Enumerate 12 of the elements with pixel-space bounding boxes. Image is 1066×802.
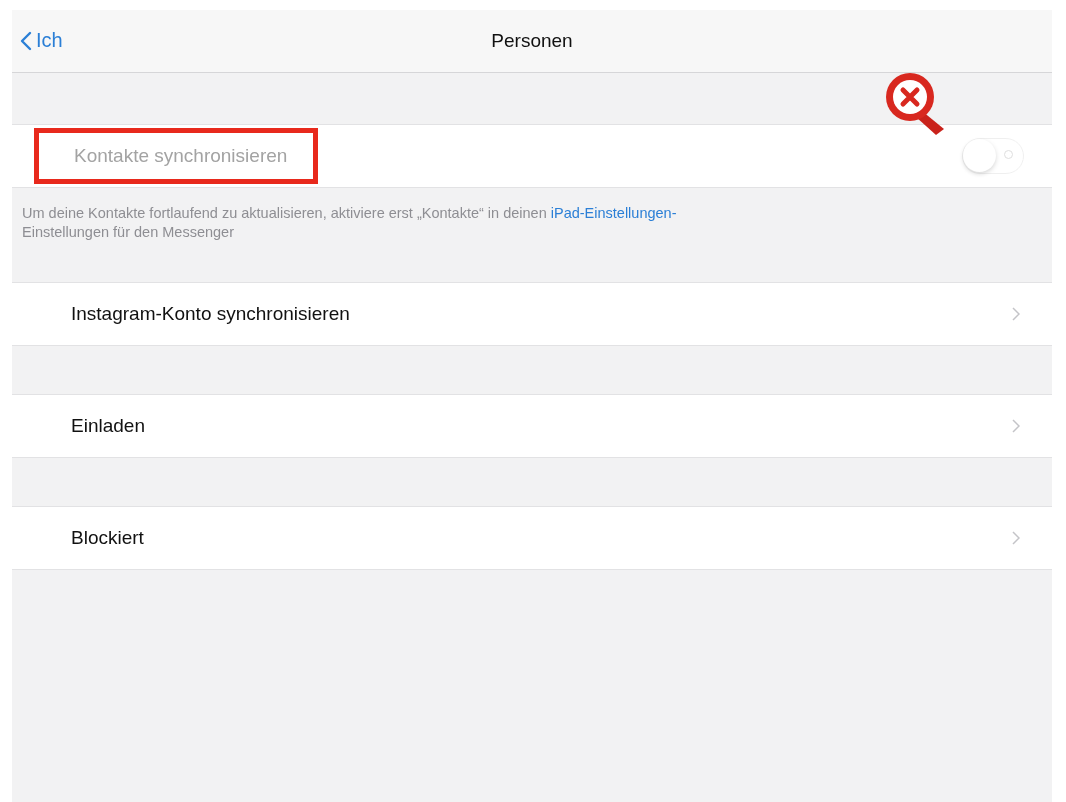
row-label: Kontakte synchronisieren: [74, 145, 288, 166]
screen-title: Personen: [491, 30, 573, 52]
list-item[interactable]: Einladen: [12, 394, 1052, 458]
chevron-left-icon: [20, 30, 32, 51]
chevron-right-icon: [1012, 307, 1020, 321]
settings-link[interactable]: iPad-Einstellungen-: [550, 205, 677, 221]
list-item[interactable]: Blockiert: [12, 506, 1052, 570]
chevron-right-icon: [1012, 419, 1020, 433]
back-button[interactable]: Ich: [20, 29, 63, 52]
chevron-right-icon: [1012, 531, 1020, 545]
footer-note: Um deine Kontakte fortlaufend zu aktualisieren, aktiviere erst „Kontakte“ in deinen iPad-Einstellungen- Einstellungen für den Messenger: [21, 204, 678, 242]
list-item[interactable]: Instagram-Konto synchronisieren: [12, 282, 1052, 346]
